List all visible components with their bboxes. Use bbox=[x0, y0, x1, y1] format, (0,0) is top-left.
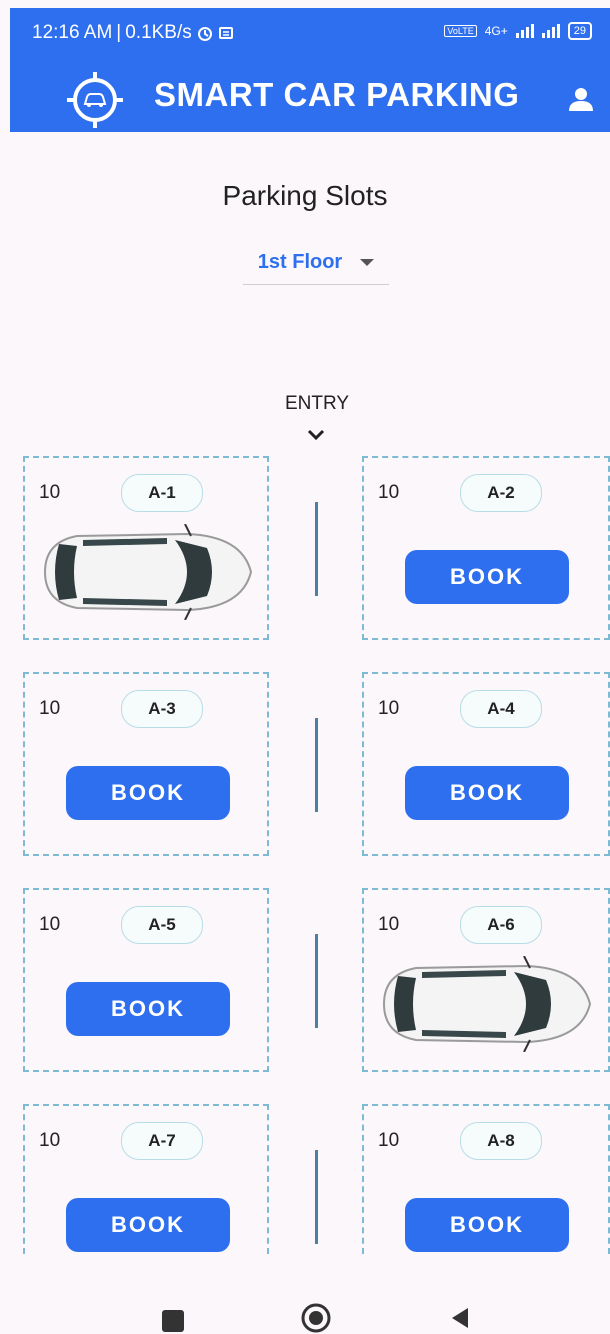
book-button[interactable]: BOOK bbox=[66, 1198, 230, 1252]
lane-divider bbox=[315, 502, 318, 596]
slot-count: 10 bbox=[378, 482, 400, 503]
slot-count: 10 bbox=[39, 914, 61, 935]
slot-count: 10 bbox=[378, 698, 400, 719]
slot-id-badge: A-8 bbox=[460, 1122, 542, 1160]
parked-car-icon bbox=[382, 956, 592, 1052]
status-bar-left: 12:16 AM | 0.1KB/s bbox=[32, 22, 234, 44]
lane-divider bbox=[315, 934, 318, 1028]
message-icon bbox=[218, 27, 233, 39]
slot-count: 10 bbox=[378, 914, 400, 935]
dropdown-caret-icon bbox=[360, 258, 375, 266]
slot-id-badge: A-1 bbox=[121, 474, 203, 512]
slot-id-badge: A-5 bbox=[121, 906, 203, 944]
slot-count: 10 bbox=[378, 1130, 400, 1151]
network-type: 4G+ bbox=[484, 24, 508, 38]
slot-id-badge: A-2 bbox=[460, 474, 542, 512]
car-target-icon bbox=[67, 72, 123, 128]
app-bar: 12:16 AM | 0.1KB/s VoLTE 4G+ 29 SMART CA… bbox=[10, 8, 610, 132]
parking-slot-a6: 10 A-6 bbox=[362, 888, 610, 1072]
status-bar-right: VoLTE 4G+ 29 bbox=[444, 22, 592, 40]
home-icon[interactable] bbox=[300, 1302, 332, 1334]
floor-dropdown[interactable]: 1st Floor bbox=[243, 240, 389, 285]
parking-slot-a5: 10 A-5 BOOK bbox=[23, 888, 269, 1072]
parking-slot-a2: 10 A-2 BOOK bbox=[362, 456, 610, 640]
parking-slot-a4: 10 A-4 BOOK bbox=[362, 672, 610, 856]
parked-car-icon bbox=[43, 524, 253, 620]
book-button[interactable]: BOOK bbox=[405, 766, 569, 820]
signal-icon bbox=[515, 24, 534, 38]
app-title: SMART CAR PARKING bbox=[154, 76, 520, 113]
status-time: 12:16 AM bbox=[32, 22, 113, 43]
back-icon[interactable] bbox=[448, 1306, 472, 1330]
book-button[interactable]: BOOK bbox=[405, 550, 569, 604]
floor-selected-value: 1st Floor bbox=[257, 250, 343, 273]
book-button[interactable]: BOOK bbox=[66, 982, 230, 1036]
parking-slot-a7: 10 A-7 BOOK bbox=[23, 1104, 269, 1254]
system-nav-bar bbox=[0, 1292, 610, 1333]
alarm-icon bbox=[197, 27, 212, 41]
slot-count: 10 bbox=[39, 482, 61, 503]
slot-id-badge: A-3 bbox=[121, 690, 203, 728]
signal-icon-2 bbox=[541, 24, 560, 38]
battery-icon: 29 bbox=[567, 22, 592, 40]
entry-label: ENTRY bbox=[284, 393, 350, 414]
book-button[interactable]: BOOK bbox=[66, 766, 230, 820]
lane-divider bbox=[315, 1150, 318, 1244]
parking-slot-a3: 10 A-3 BOOK bbox=[23, 672, 269, 856]
volte-icon: VoLTE bbox=[444, 25, 477, 37]
slot-id-badge: A-4 bbox=[460, 690, 542, 728]
slot-count: 10 bbox=[39, 1130, 61, 1151]
slot-id-badge: A-7 bbox=[121, 1122, 203, 1160]
lane-divider bbox=[315, 718, 318, 812]
parking-slot-a8: 10 A-8 BOOK bbox=[362, 1104, 610, 1254]
slot-count: 10 bbox=[39, 698, 61, 719]
chevron-down-icon bbox=[307, 429, 325, 441]
status-speed: 0.1KB/s bbox=[125, 22, 192, 43]
parking-slot-a1: 10 A-1 bbox=[23, 456, 269, 640]
slot-id-badge: A-6 bbox=[460, 906, 542, 944]
book-button[interactable]: BOOK bbox=[405, 1198, 569, 1252]
page-title: Parking Slots bbox=[222, 180, 388, 211]
person-icon[interactable] bbox=[568, 86, 594, 112]
